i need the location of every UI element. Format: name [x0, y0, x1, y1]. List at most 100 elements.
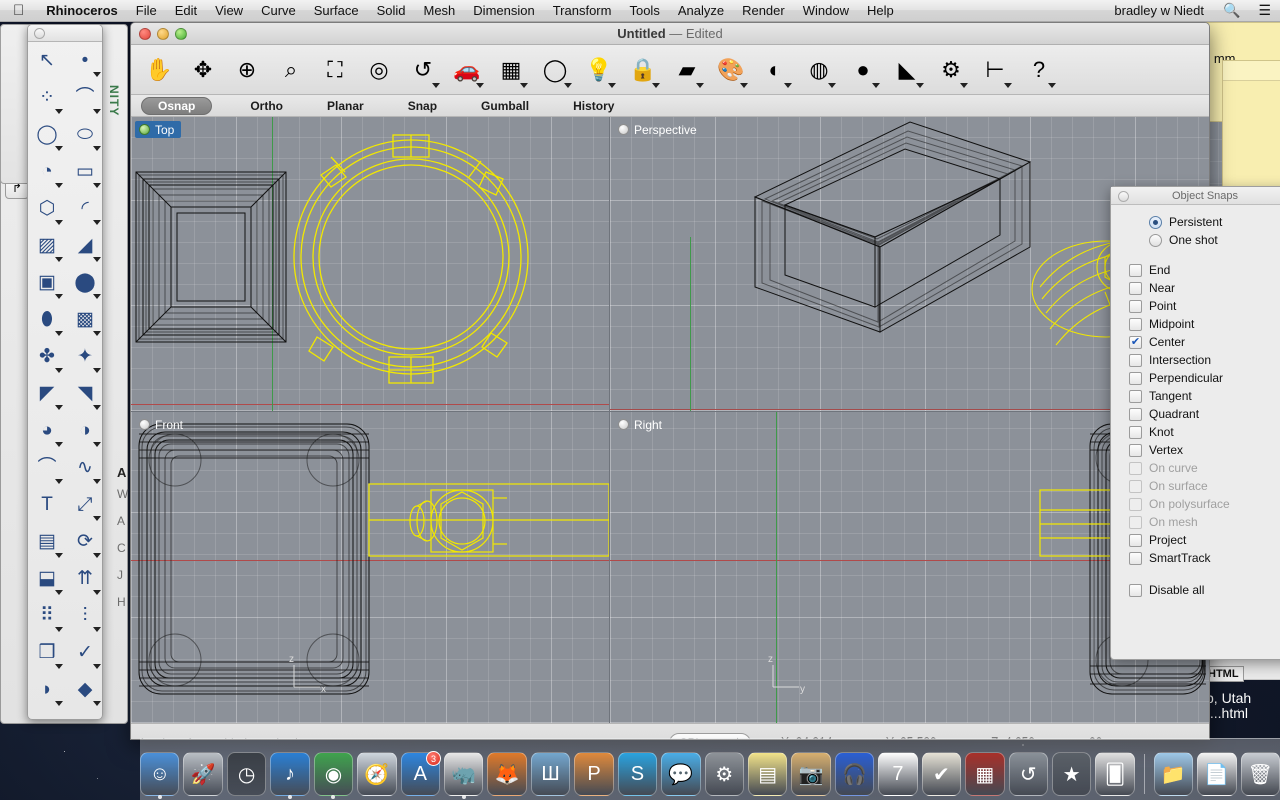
help-tool[interactable]: ?	[1019, 48, 1059, 92]
object-snaps-mode-group[interactable]: Persistent One shot	[1111, 213, 1280, 249]
select-arrow-tool[interactable]: ↖	[28, 42, 66, 79]
checkbox-icon[interactable]	[1129, 317, 1142, 331]
zoom-extents-tool[interactable]: ⛶	[315, 48, 355, 92]
osnap-toggle-ortho[interactable]: Ortho	[244, 99, 289, 113]
dock-iphoto[interactable]: 📷	[791, 752, 831, 796]
checkbox-icon[interactable]	[1129, 425, 1142, 439]
osnap-near[interactable]: Near	[1111, 279, 1280, 297]
named-views-car-tool[interactable]: 🚗	[447, 48, 487, 92]
chevron-down-icon[interactable]	[520, 82, 528, 88]
chevron-down-icon[interactable]	[1004, 82, 1012, 88]
chevron-down-icon[interactable]	[652, 82, 660, 88]
chevron-down-icon[interactable]	[740, 82, 748, 88]
point-edit-tool[interactable]: ⤢	[66, 486, 102, 523]
viewport-front[interactable]: z x Front	[131, 412, 609, 723]
chevron-down-icon[interactable]	[93, 590, 101, 595]
arc-tool[interactable]: ◔	[28, 153, 66, 190]
surface-sweep-tool[interactable]: ◢	[66, 227, 102, 264]
options-gear-tool[interactable]: ⚙	[931, 48, 971, 92]
chevron-down-icon[interactable]	[432, 82, 440, 88]
window-controls[interactable]	[139, 28, 187, 40]
dock-reminders[interactable]: ✔	[921, 752, 962, 796]
dock-trash[interactable]: 🗑	[1240, 752, 1280, 796]
dock-wacom[interactable]: Ш	[530, 752, 571, 796]
chevron-down-icon[interactable]	[55, 183, 63, 188]
surface-from-curves-tool[interactable]: ▨	[28, 227, 66, 264]
minimize-button[interactable]	[157, 28, 169, 40]
menu-item-transform[interactable]: Transform	[544, 3, 621, 18]
menu-item-window[interactable]: Window	[794, 3, 858, 18]
menu-item-view[interactable]: View	[206, 3, 252, 18]
shaded-view-tool[interactable]: ◐	[755, 48, 795, 92]
osnap-midpoint[interactable]: Midpoint	[1111, 315, 1280, 333]
chevron-down-icon[interactable]	[93, 146, 101, 151]
dock-imovie[interactable]: ★	[1051, 752, 1092, 796]
boolean-union-tool[interactable]: ✤	[28, 338, 66, 375]
chevron-down-icon[interactable]	[55, 294, 63, 299]
chevron-down-icon[interactable]	[55, 442, 63, 447]
chevron-down-icon[interactable]	[93, 553, 101, 558]
menu-item-curve[interactable]: Curve	[252, 3, 305, 18]
dock-safari[interactable]: 🧭	[357, 752, 397, 796]
ellipse-tool[interactable]: ⬭	[66, 116, 102, 153]
menubar-username[interactable]: bradley w Niedt	[1104, 3, 1214, 18]
chevron-down-icon[interactable]	[93, 627, 101, 632]
split-tool[interactable]: ◥	[66, 375, 102, 412]
point-tool[interactable]: •	[66, 42, 102, 79]
viewport-front-label[interactable]: Front	[135, 416, 190, 433]
pan-tool[interactable]: ✋	[139, 48, 179, 92]
dock-skype[interactable]: S	[617, 752, 658, 796]
zoom-button[interactable]	[175, 28, 187, 40]
polygon-tool[interactable]: ⬡	[28, 190, 66, 227]
rhinoceros-window[interactable]: Untitled — Edited ✋ ✥ ⊕ ⌕ ⛶ ◎ ↺ 🚗 ▦ ◯ 💡 🔒 ▰ 🎨 ◐ ◍ ● ◣ ⚙ ⊢? …	[130, 22, 1210, 740]
copy-tool[interactable]: ❒	[28, 634, 66, 671]
radio-icon[interactable]	[1149, 233, 1162, 247]
checkbox-icon[interactable]	[1129, 583, 1142, 597]
radio-icon[interactable]	[1149, 215, 1162, 229]
osnap-project[interactable]: Project	[1111, 531, 1280, 549]
chevron-down-icon[interactable]	[55, 479, 63, 484]
checkbox-icon[interactable]	[1129, 389, 1142, 403]
chevron-down-icon[interactable]	[93, 701, 101, 706]
chevron-down-icon[interactable]	[55, 331, 63, 336]
checkbox-icon[interactable]	[1129, 263, 1142, 277]
box-tool[interactable]: ▣	[28, 264, 66, 301]
dimension-tool[interactable]: ⊢	[975, 48, 1015, 92]
main-tool-palette[interactable]: ↖ • ⁘ ⌒ ◯ ⬭ ◔ ▭ ⬡ ◜ ▨ ◢ ▣ ⬤ ⬮ ▩ ✤ ✦ ◤ ◥ ◕ ◑ ⌒ ∿ T ⤢ ▤ ⟳ ⬓ ⇈ ⠿ ⫶ ❒ ✓ ◗ ◆	[27, 24, 103, 720]
zoom-in-out-tool[interactable]: ⊕	[227, 48, 267, 92]
extend-curve-tool[interactable]: ⌒	[28, 449, 66, 486]
menu-item-edit[interactable]: Edit	[166, 3, 206, 18]
chevron-down-icon[interactable]	[1048, 82, 1056, 88]
chevron-down-icon[interactable]	[55, 220, 63, 225]
dock-documents-folder[interactable]: 📁	[1153, 752, 1194, 796]
menu-items[interactable]: File Edit View Curve Surface Solid Mesh Dimensi…	[127, 3, 903, 18]
list-icon[interactable]: ☰	[1249, 2, 1280, 19]
chevron-down-icon[interactable]	[93, 294, 101, 299]
ghosted-view-tool[interactable]: ◍	[799, 48, 839, 92]
boolean-tool[interactable]: ◕	[28, 412, 66, 449]
menu-item-tools[interactable]: Tools	[620, 3, 668, 18]
menu-item-file[interactable]: File	[127, 3, 166, 18]
cylinder-tool[interactable]: ⬮	[28, 301, 66, 338]
chevron-down-icon[interactable]	[55, 627, 63, 632]
shade-tool[interactable]: ◗	[28, 671, 66, 708]
menu-item-surface[interactable]: Surface	[305, 3, 368, 18]
array-tool[interactable]: ▤	[28, 523, 66, 560]
blend-curve-tool[interactable]: ∿	[66, 449, 102, 486]
mirror-tool[interactable]: ⫶	[66, 597, 102, 634]
dock-firefox[interactable]: 🦊	[487, 752, 527, 796]
osnap-center[interactable]: ✔ Center	[1111, 333, 1280, 351]
chevron-down-icon[interactable]	[55, 109, 63, 114]
menu-app-name[interactable]: Rhinoceros	[37, 3, 127, 18]
dock-itunes[interactable]: ♪	[270, 752, 310, 799]
zoom-selected-tool[interactable]: ◎	[359, 48, 399, 92]
checkbox-icon[interactable]	[1129, 551, 1142, 565]
chevron-down-icon[interactable]	[55, 664, 63, 669]
menu-item-help[interactable]: Help	[858, 3, 903, 18]
object-snaps-close-knob[interactable]	[1118, 191, 1129, 202]
text-tool[interactable]: T	[28, 486, 66, 523]
chevron-down-icon[interactable]	[960, 82, 968, 88]
tool-palette-titlebar[interactable]	[28, 25, 102, 42]
osnap-disable-all[interactable]: Disable all	[1111, 581, 1280, 599]
color-wheel-tool[interactable]: 🎨	[711, 48, 751, 92]
